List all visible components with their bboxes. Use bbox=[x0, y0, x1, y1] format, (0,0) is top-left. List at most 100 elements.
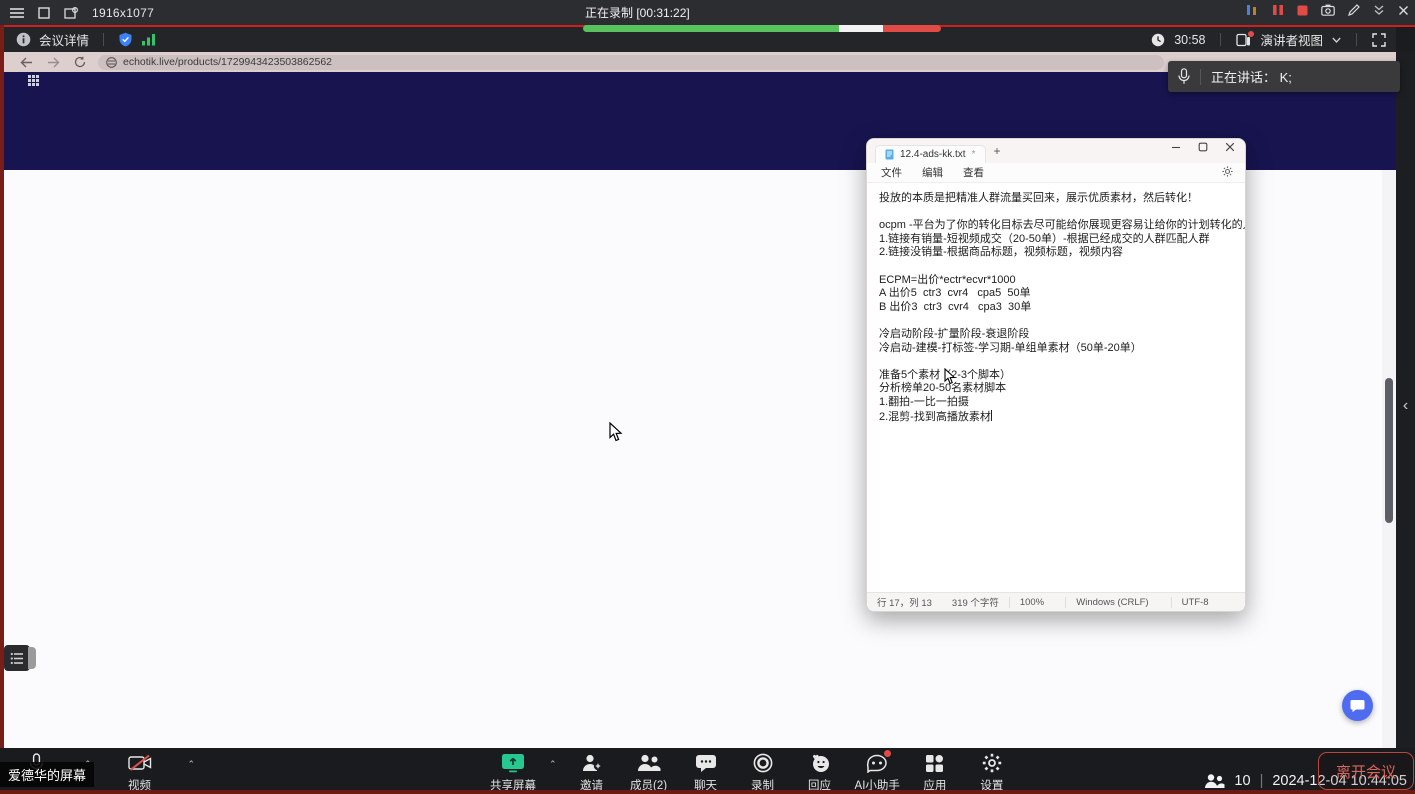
cursor-position: 行 17，列 13 bbox=[867, 595, 942, 609]
notepad-menu-编辑[interactable]: 编辑 bbox=[922, 165, 943, 180]
line-ending: Windows (CRLF) bbox=[1066, 597, 1170, 608]
notepad-line: 2.链接没销量-根据商品标题，视频标题，视频内容 bbox=[879, 246, 1245, 260]
leave-meeting-button[interactable]: 离开会议 bbox=[1318, 752, 1414, 790]
notepad-text-area[interactable]: 投放的本质是把精准人群流量买回来，展示优质素材，然后转化！ocpm -平台为了你… bbox=[867, 183, 1245, 592]
meeting-timer: 30:58 bbox=[1174, 33, 1205, 47]
camera-off-icon bbox=[128, 754, 152, 772]
reaction-icon bbox=[809, 753, 831, 773]
capture-resolution: 1916x1077 bbox=[92, 6, 154, 20]
members-button[interactable]: 成员(2) bbox=[627, 751, 671, 793]
apps-icon bbox=[925, 754, 944, 773]
pause-recording-icon[interactable] bbox=[1272, 4, 1284, 16]
speaking-indicator: 正在讲话： K; bbox=[1168, 61, 1400, 92]
draw-pencil-icon[interactable] bbox=[1348, 4, 1360, 16]
back-icon[interactable] bbox=[20, 57, 33, 68]
chat-fab-button[interactable] bbox=[1342, 690, 1373, 721]
meeting-details-label[interactable]: 会议详情 bbox=[39, 30, 89, 49]
notepad-line: 冷启动-建模-打标签-学习期-单组单素材（50单-20单） bbox=[879, 342, 1245, 356]
info-icon bbox=[16, 32, 31, 47]
site-info-icon[interactable] bbox=[106, 57, 117, 68]
close-recorder-icon[interactable] bbox=[1398, 5, 1409, 16]
screenshot-icon[interactable] bbox=[1321, 4, 1335, 16]
audio-meter-icon bbox=[1245, 3, 1259, 17]
ai-assistant-button[interactable]: AI小助手 bbox=[855, 751, 900, 793]
camera-button[interactable]: 视频 bbox=[118, 751, 162, 793]
encoding[interactable]: UTF-8 bbox=[1172, 597, 1245, 608]
speaking-text: 正在讲话： K; bbox=[1211, 67, 1292, 86]
new-tab-button[interactable]: + bbox=[994, 144, 1001, 158]
view-mode-label[interactable]: 演讲者视图 bbox=[1260, 30, 1323, 49]
react-button[interactable]: 回应 bbox=[798, 751, 842, 793]
screen: 1916x1077 正在录制 [00:31:22] 会议详情 30:58 bbox=[0, 0, 1415, 794]
capture-region-icon[interactable] bbox=[64, 7, 78, 19]
floating-list-widget[interactable] bbox=[4, 645, 30, 671]
fullscreen-icon[interactable] bbox=[1372, 33, 1386, 47]
invite-icon bbox=[581, 753, 603, 773]
share-screen-icon bbox=[500, 752, 526, 774]
scrollbar-thumb[interactable] bbox=[1385, 378, 1393, 523]
share-options-caret[interactable]: ⌃ bbox=[549, 759, 557, 770]
network-signal-icon[interactable] bbox=[141, 33, 156, 46]
notepad-line bbox=[879, 206, 1245, 220]
notification-dot bbox=[1248, 31, 1254, 37]
notepad-menu-查看[interactable]: 查看 bbox=[963, 165, 984, 180]
notepad-line: 冷启动阶段-扩量阶段-衰退阶段 bbox=[879, 328, 1245, 342]
minimize-icon[interactable] bbox=[1171, 142, 1181, 152]
zoom-level[interactable]: 100% bbox=[1010, 597, 1066, 608]
record-button[interactable]: 录制 bbox=[741, 751, 785, 793]
notepad-line: B 出价3 ctr3 cvr4 cpa3 30单 bbox=[879, 301, 1245, 315]
url-bar[interactable]: echotik.live/products/172994342350386256… bbox=[98, 55, 1164, 70]
url-text: echotik.live/products/172994342350386256… bbox=[123, 56, 332, 68]
invite-button[interactable]: 邀请 bbox=[570, 751, 614, 793]
close-icon[interactable] bbox=[1225, 142, 1235, 152]
notepad-line: 1.链接有销量-短视频成交（20-50单）-根据已经成交的人群匹配人群 bbox=[879, 233, 1245, 247]
notepad-tab[interactable]: 12.4-ads-kk.txt * bbox=[875, 145, 986, 164]
meeting-toolbar: ⌃ 视频 ⌃ 共享屏幕 ⌃ 邀请 成员(2) 聊天 bbox=[0, 748, 1415, 794]
apps-grid-icon[interactable] bbox=[28, 75, 39, 86]
record-icon bbox=[753, 753, 773, 773]
panel-collapse-icon[interactable]: ‹ bbox=[1403, 397, 1408, 415]
share-screen-button[interactable]: 共享屏幕 bbox=[490, 751, 536, 793]
settings-button[interactable]: 设置 bbox=[970, 751, 1014, 793]
collapse-toolbar-icon[interactable] bbox=[1373, 4, 1385, 16]
notepad-status-bar: 行 17，列 13 319 个字符 100% Windows (CRLF) UT… bbox=[867, 592, 1245, 611]
refresh-icon[interactable] bbox=[74, 56, 86, 68]
settings-gear-icon[interactable] bbox=[1222, 166, 1233, 177]
clock-icon bbox=[1151, 33, 1165, 47]
side-panel-edge: ‹ bbox=[1396, 52, 1415, 748]
notepad-window: 12.4-ads-kk.txt * + 文件 编辑 查看 投放的本质是把精准人群流量… bbox=[866, 138, 1246, 612]
notepad-menu-bar: 文件 编辑 查看 bbox=[867, 163, 1245, 183]
notepad-menu-文件[interactable]: 文件 bbox=[881, 165, 902, 180]
notepad-line: 2.混剪-找到高播放素材 bbox=[879, 410, 1245, 425]
microphone-icon bbox=[1178, 68, 1190, 85]
menu-icon[interactable] bbox=[10, 7, 24, 19]
settings-icon bbox=[982, 753, 1002, 773]
notepad-line: 分析榜单20-50名素材脚本 bbox=[879, 382, 1245, 396]
shared-screen-label: 爱德华的屏幕 bbox=[0, 762, 94, 787]
camera-options-caret[interactable]: ⌃ bbox=[188, 759, 196, 770]
participant-count[interactable]: 10 bbox=[1234, 773, 1250, 789]
apps-button[interactable]: 应用 bbox=[913, 751, 957, 793]
maximize-icon[interactable] bbox=[1198, 142, 1208, 152]
window-icon[interactable] bbox=[38, 7, 50, 19]
notepad-line bbox=[879, 260, 1245, 274]
recording-status: 正在录制 [00:31:22] bbox=[585, 4, 690, 21]
audio-level-bar bbox=[583, 25, 941, 32]
notepad-filename: 12.4-ads-kk.txt bbox=[900, 149, 966, 160]
text-caret bbox=[991, 410, 992, 421]
notepad-line bbox=[879, 314, 1245, 328]
page-scrollbar[interactable] bbox=[1382, 170, 1396, 748]
stop-recording-icon[interactable] bbox=[1297, 5, 1308, 16]
notepad-line: 1.翻拍-一比一拍摄 bbox=[879, 396, 1245, 410]
notepad-title-bar[interactable]: 12.4-ads-kk.txt * + bbox=[867, 139, 1245, 163]
participants-icon bbox=[1203, 773, 1225, 789]
members-icon bbox=[636, 753, 662, 773]
security-shield-icon[interactable] bbox=[118, 32, 133, 47]
notepad-line: ocpm -平台为了你的转化目标去尽可能给你展现更容易让给你的计划转化的人群 bbox=[879, 219, 1245, 233]
chat-button[interactable]: 聊天 bbox=[684, 751, 728, 793]
notepad-file-icon bbox=[885, 149, 894, 160]
forward-icon[interactable] bbox=[47, 57, 60, 68]
chevron-down-icon[interactable] bbox=[1332, 37, 1341, 43]
toolbar-center: 共享屏幕 ⌃ 邀请 成员(2) 聊天 录制 回应 bbox=[490, 751, 1014, 793]
widget-handle[interactable] bbox=[28, 647, 36, 669]
